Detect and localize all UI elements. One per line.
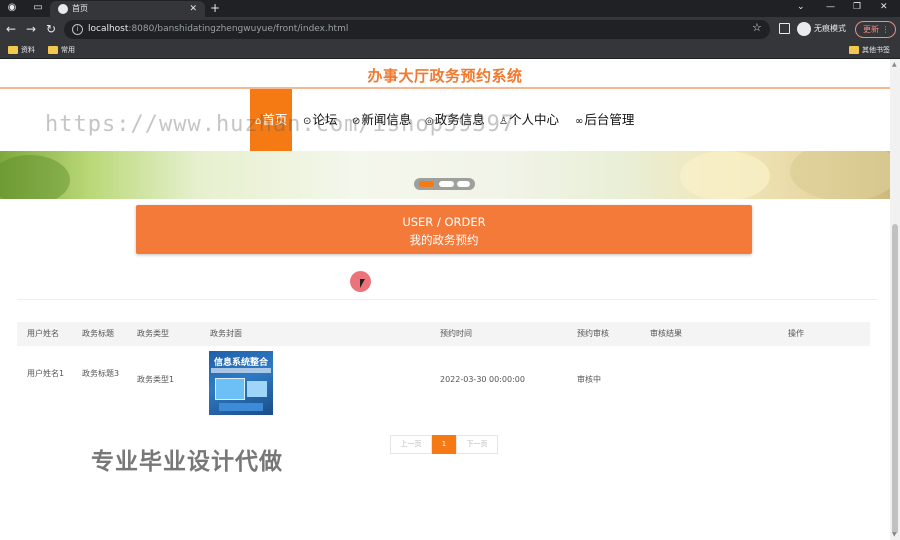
column-header: 审核结果 xyxy=(650,329,682,338)
table-row[interactable]: 用户姓名1 政务标题3 政务类型1 信息系统整合 2022-03-30 00:0… xyxy=(17,348,870,418)
nav-item-admin[interactable]: ∞后台管理 xyxy=(575,89,634,151)
url-path: :8080/banshidatingzhengwuyue/front/index… xyxy=(128,24,349,34)
cell-user-name: 用户姓名1 xyxy=(27,369,65,378)
scrollbar-thumb[interactable] xyxy=(892,224,898,534)
url-host: localhost xyxy=(88,24,129,34)
column-header: 政务封面 xyxy=(210,329,242,338)
bookmark-star-icon[interactable]: ☆ xyxy=(752,21,762,34)
section-title-en: USER / ORDER xyxy=(402,215,486,229)
banner-flower xyxy=(790,151,890,199)
bookmark-label: 资料 xyxy=(21,46,35,54)
cell-type: 政务类型1 xyxy=(137,375,175,384)
incognito-label: 无痕模式 xyxy=(814,24,846,33)
carousel-indicators xyxy=(414,178,475,190)
watermark-url: https://www.huzhan.com/ishop39397 xyxy=(45,112,516,137)
hero-banner xyxy=(0,151,890,199)
column-header: 操作 xyxy=(788,329,804,338)
monitor-graphic xyxy=(215,378,245,400)
cover-subtitle-strip xyxy=(211,368,271,373)
reload-icon[interactable]: ↻ xyxy=(44,22,58,36)
column-header: 预约审核 xyxy=(577,329,609,338)
incognito-indicator[interactable]: 无痕模式 xyxy=(797,22,846,36)
forward-icon[interactable]: → xyxy=(24,22,38,36)
page-viewport: 办事大厅政务预约系统 ⌂首页 ⊙论坛 ⊘新闻信息 ◎政务信息 ♙个人中心 ∞后台… xyxy=(0,59,890,540)
nav-label: 个人中心 xyxy=(508,112,559,127)
link-icon: ∞ xyxy=(575,116,584,127)
column-header: 政务类型 xyxy=(137,329,169,338)
section-header: USER / ORDER 我的政务预约 xyxy=(136,205,752,254)
close-tab-icon[interactable]: ✕ xyxy=(189,1,197,17)
column-header: 预约时间 xyxy=(440,329,472,338)
page-scrollbar[interactable]: ▲ ▼ xyxy=(890,59,900,540)
chrome-menu-icon[interactable]: ◉ xyxy=(6,2,18,14)
column-header: 用户姓名 xyxy=(27,329,59,338)
update-label: 更新 xyxy=(863,25,879,34)
update-button[interactable]: 更新 ⋮ xyxy=(855,21,896,38)
back-icon[interactable]: ← xyxy=(4,22,18,36)
column-header: 政务标题 xyxy=(82,329,114,338)
cover-image: 信息系统整合 xyxy=(209,351,273,415)
carousel-dot[interactable] xyxy=(439,181,454,187)
close-window-icon[interactable]: ✕ xyxy=(880,0,888,14)
banner-flower xyxy=(680,151,770,199)
site-info-icon[interactable]: i xyxy=(72,24,83,35)
tab-title: 首页 xyxy=(72,4,88,13)
bookmark-folder[interactable]: 资料 xyxy=(8,42,35,58)
site-title: 办事大厅政务预约系统 xyxy=(367,67,523,85)
side-panel-icon[interactable] xyxy=(779,23,790,34)
browser-toolbar: ← → ↻ i localhost:8080/banshidatingzheng… xyxy=(0,17,900,42)
minimize-icon[interactable]: — xyxy=(826,0,835,14)
promo-watermark: 专业毕业设计代做 xyxy=(91,449,283,475)
screen-graphic xyxy=(247,381,267,397)
bookmark-folder[interactable]: 常用 xyxy=(48,42,75,58)
bookmark-label: 常用 xyxy=(61,46,75,54)
bookmarks-bar: 资料 常用 其他书签 xyxy=(0,42,900,59)
chevron-down-icon[interactable]: ⌄ xyxy=(797,0,805,14)
folder-icon xyxy=(48,46,58,54)
page-number-current[interactable]: 1 xyxy=(432,435,456,454)
cell-review: 审核中 xyxy=(577,375,601,384)
browser-tab-home[interactable]: 首页 ✕ xyxy=(50,1,205,17)
content-divider xyxy=(17,299,877,300)
folder-icon xyxy=(849,46,859,54)
cell-title: 政务标题3 xyxy=(82,369,120,378)
other-bookmarks[interactable]: 其他书签 xyxy=(849,42,890,58)
restore-icon[interactable]: ❐ xyxy=(853,0,861,14)
section-title-cn: 我的政务预约 xyxy=(409,233,479,247)
tab-search-icon[interactable]: ▭ xyxy=(32,2,44,14)
cover-caption: 信息系统整合 xyxy=(213,358,268,368)
browser-tab-strip: ◉ ▭ 首页 ✕ + ⌄ — ❐ ✕ xyxy=(0,0,900,17)
carousel-dot[interactable] xyxy=(419,181,434,187)
next-page-button[interactable]: 下一页 xyxy=(456,435,498,454)
table-header: 用户姓名 政务标题 政务类型 政务封面 预约时间 预约审核 审核结果 操作 xyxy=(17,322,870,346)
mouse-cursor-icon xyxy=(360,279,370,288)
banner-foliage xyxy=(0,155,70,199)
globe-icon xyxy=(58,4,68,14)
carousel-dot[interactable] xyxy=(457,181,470,187)
folder-icon xyxy=(8,46,18,54)
new-tab-icon[interactable]: + xyxy=(210,0,220,16)
prev-page-button[interactable]: 上一页 xyxy=(390,435,432,454)
scroll-up-icon[interactable]: ▲ xyxy=(892,61,897,68)
incognito-icon xyxy=(797,22,811,36)
other-bookmarks-label: 其他书签 xyxy=(862,46,890,54)
address-bar[interactable]: i localhost:8080/banshidatingzhengwuyue/… xyxy=(64,20,770,39)
nav-label: 后台管理 xyxy=(584,112,635,127)
scroll-down-icon[interactable]: ▼ xyxy=(892,531,897,538)
desk-graphic xyxy=(219,403,263,411)
cell-time: 2022-03-30 00:00:00 xyxy=(440,375,525,384)
